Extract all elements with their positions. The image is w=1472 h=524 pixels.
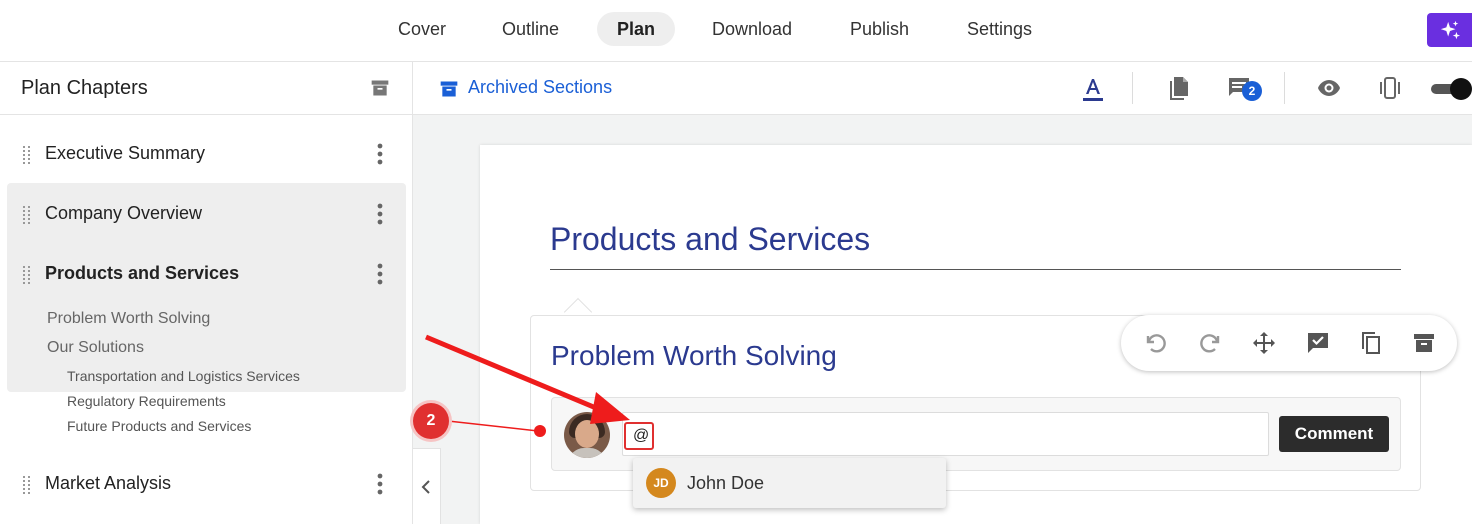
user-initials-avatar: JD bbox=[646, 468, 676, 498]
chevron-left-icon bbox=[421, 480, 430, 494]
move-icon[interactable] bbox=[1252, 331, 1276, 355]
section-floating-toolbar bbox=[1121, 315, 1457, 371]
chapter-label: Executive Summary bbox=[45, 143, 206, 163]
approve-comment-icon[interactable] bbox=[1306, 331, 1330, 355]
sub-section-our-solutions[interactable]: Our Solutions bbox=[47, 339, 144, 357]
text-color-icon[interactable] bbox=[1081, 76, 1105, 102]
more-options-icon[interactable] bbox=[376, 143, 384, 165]
archive-section-icon[interactable] bbox=[1412, 331, 1436, 355]
toolbar-divider bbox=[1132, 72, 1133, 104]
archive-icon bbox=[440, 81, 458, 97]
tab-settings[interactable]: Settings bbox=[947, 12, 1052, 46]
sidebar-title: Plan Chapters bbox=[21, 77, 148, 99]
redo-icon[interactable] bbox=[1199, 331, 1223, 355]
collapse-sidebar-button[interactable] bbox=[413, 448, 441, 524]
section-title[interactable]: Problem Worth Solving bbox=[551, 340, 837, 372]
more-options-icon[interactable] bbox=[376, 263, 384, 285]
chapter-label: Company Overview bbox=[45, 203, 203, 223]
document-page: Products and Services Problem Worth Solv… bbox=[480, 145, 1472, 524]
drag-handle-icon[interactable] bbox=[23, 266, 31, 284]
comment-count-badge: 2 bbox=[1242, 81, 1262, 101]
comment-input[interactable] bbox=[622, 412, 1269, 456]
mention-suggestion-item[interactable]: JD John Doe bbox=[633, 458, 946, 508]
chapter-item-company-overview[interactable]: Company Overview bbox=[7, 185, 406, 243]
toggle-knob[interactable] bbox=[1450, 78, 1472, 100]
more-options-icon[interactable] bbox=[376, 473, 384, 495]
top-navigation: Cover Outline Plan Download Publish Sett… bbox=[0, 0, 1472, 62]
sidebar-header: Plan Chapters bbox=[0, 62, 412, 115]
undo-icon[interactable] bbox=[1143, 331, 1167, 355]
archived-sections-link[interactable]: Archived Sections bbox=[468, 77, 612, 98]
chapter-label: Market Analysis bbox=[45, 473, 172, 493]
editor-toolbar: Archived Sections 2 bbox=[413, 62, 1472, 115]
document-icon[interactable] bbox=[1167, 76, 1191, 100]
more-options-icon[interactable] bbox=[376, 203, 384, 225]
drag-handle-icon[interactable] bbox=[23, 146, 31, 164]
tab-plan[interactable]: Plan bbox=[597, 12, 676, 46]
tab-cover[interactable]: Cover bbox=[378, 12, 466, 46]
toolbar-divider bbox=[1284, 72, 1285, 104]
tab-publish[interactable]: Publish bbox=[830, 12, 929, 46]
drag-handle-icon[interactable] bbox=[23, 476, 31, 494]
mention-user-name: John Doe bbox=[687, 473, 765, 493]
chapter-item-market-analysis[interactable]: Market Analysis bbox=[7, 455, 406, 513]
tab-download[interactable]: Download bbox=[692, 12, 812, 46]
ai-assistant-button[interactable] bbox=[1427, 13, 1472, 47]
avatar bbox=[564, 412, 610, 458]
sub-section-problem-worth-solving[interactable]: Problem Worth Solving bbox=[47, 310, 210, 328]
chapter-item-products-and-services[interactable]: Products and Services bbox=[7, 245, 406, 303]
archive-icon[interactable] bbox=[370, 78, 390, 98]
drag-handle-icon[interactable] bbox=[23, 206, 31, 224]
chapter-item-executive-summary[interactable]: Executive Summary bbox=[7, 125, 406, 183]
sub-sub-section-future-products[interactable]: Future Products and Services bbox=[67, 418, 251, 434]
comment-input-value: @ bbox=[633, 427, 650, 444]
eye-icon[interactable] bbox=[1317, 79, 1341, 97]
device-preview-icon[interactable] bbox=[1377, 76, 1403, 100]
title-divider bbox=[550, 269, 1401, 270]
comment-button[interactable]: Comment bbox=[1279, 416, 1389, 452]
sparkles-icon bbox=[1440, 20, 1461, 40]
sub-sub-section-transportation[interactable]: Transportation and Logistics Services bbox=[67, 368, 300, 384]
duplicate-icon[interactable] bbox=[1359, 331, 1383, 355]
annotation-step-badge: 2 bbox=[413, 403, 449, 439]
sub-sub-section-regulatory[interactable]: Regulatory Requirements bbox=[67, 393, 226, 409]
page-title[interactable]: Products and Services bbox=[550, 221, 870, 258]
tab-outline[interactable]: Outline bbox=[482, 12, 579, 46]
chapter-label: Products and Services bbox=[45, 263, 240, 283]
